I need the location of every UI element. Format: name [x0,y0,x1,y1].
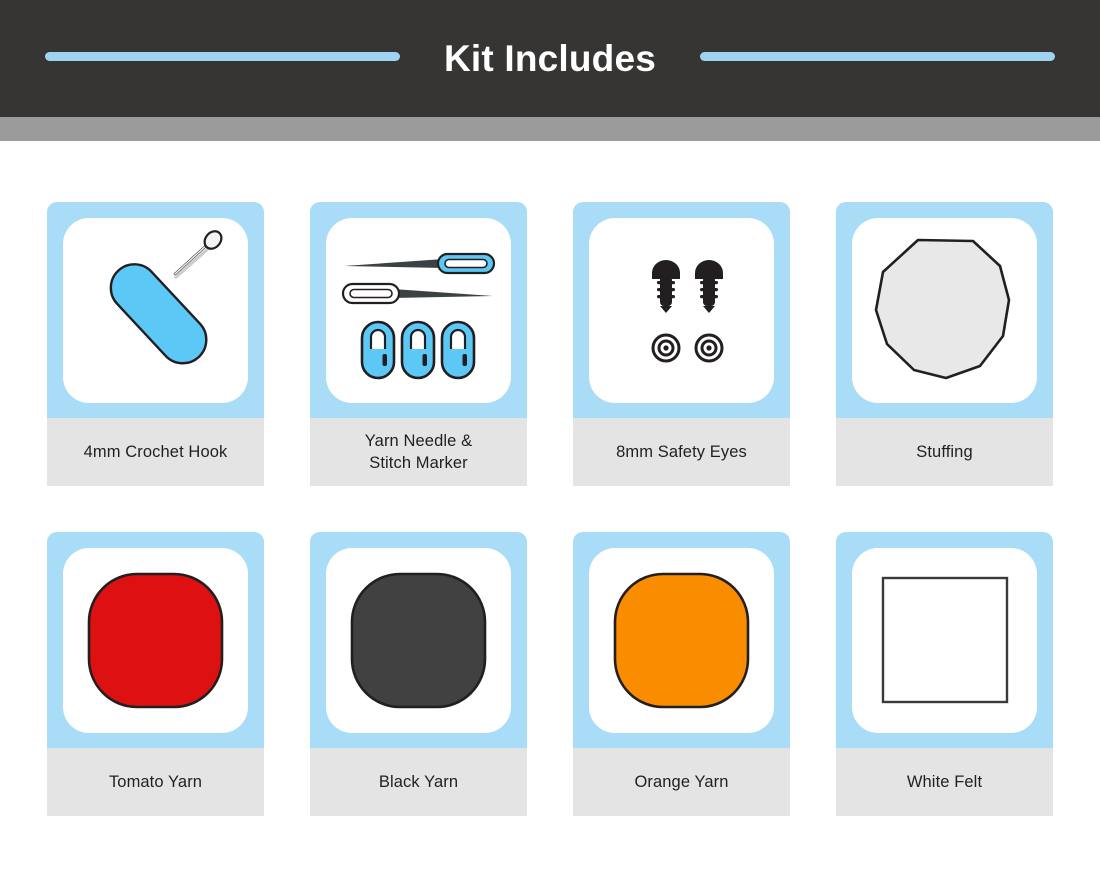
card-label: Stuffing [836,418,1053,486]
card-label: 8mm Safety Eyes [573,418,790,486]
card-label-text: Tomato Yarn [108,772,203,791]
card-image-frame [310,202,527,418]
card-image-frame [573,202,790,418]
kit-items-grid: 4mm Crochet Hook Yarn Needle & Stitch Ma… [0,141,1100,816]
card-label-text: 4mm Crochet Hook [83,442,228,461]
card-label-text: Orange Yarn [634,772,729,791]
card-art-panel [589,217,774,403]
header-accent-strip [0,117,1100,141]
kit-item-card[interactable]: Stuffing [836,202,1053,486]
yarn-swatch-icon [350,572,487,708]
card-label-text-line1: Yarn Needle & [364,431,473,450]
page-title: Kit Includes [443,37,657,79]
card-art-panel [63,547,248,733]
header-rule-right [700,52,1055,61]
kit-item-card[interactable]: Tomato Yarn [47,532,264,816]
card-label: Yarn Needle & Stitch Marker [310,418,527,486]
kit-item-card[interactable]: 8mm Safety Eyes [573,202,790,486]
kit-item-card[interactable]: Black Yarn [310,532,527,816]
header-rule-left [45,52,400,61]
card-label: Tomato Yarn [47,748,264,816]
card-art-panel [589,547,774,733]
card-label-text-line2: Stitch Marker [369,454,468,472]
kit-item-card[interactable]: White Felt [836,532,1053,816]
kit-item-card[interactable]: Orange Yarn [573,532,790,816]
card-label: Black Yarn [310,748,527,816]
crochet-hook-icon [109,229,223,364]
card-art-panel [63,217,248,403]
stuffing-blob-icon [874,238,1011,379]
yarn-swatch-icon [613,572,750,708]
card-art-panel [326,217,511,403]
felt-square-icon [881,576,1009,703]
card-art-panel [852,547,1037,733]
card-label: 4mm Crochet Hook [47,418,264,486]
card-label-text: 8mm Safety Eyes [616,442,747,461]
card-label-text: Stuffing [916,442,973,461]
card-image-frame [573,532,790,748]
yarn-needle-stitch-marker-icon [341,252,496,379]
safety-eyes-icon [651,259,724,362]
kit-item-card[interactable]: Yarn Needle & Stitch Marker [310,202,527,486]
card-image-frame [47,202,264,418]
card-label-text: White Felt [906,772,983,791]
card-image-frame [47,532,264,748]
card-label: White Felt [836,748,1053,816]
card-label-text: Black Yarn [378,772,459,791]
page-header: Kit Includes [0,0,1100,117]
card-image-frame [310,532,527,748]
card-art-panel [852,217,1037,403]
card-art-panel [326,547,511,733]
yarn-swatch-icon [87,572,224,708]
card-label: Orange Yarn [573,748,790,816]
kit-item-card[interactable]: 4mm Crochet Hook [47,202,264,486]
card-image-frame [836,532,1053,748]
card-image-frame [836,202,1053,418]
